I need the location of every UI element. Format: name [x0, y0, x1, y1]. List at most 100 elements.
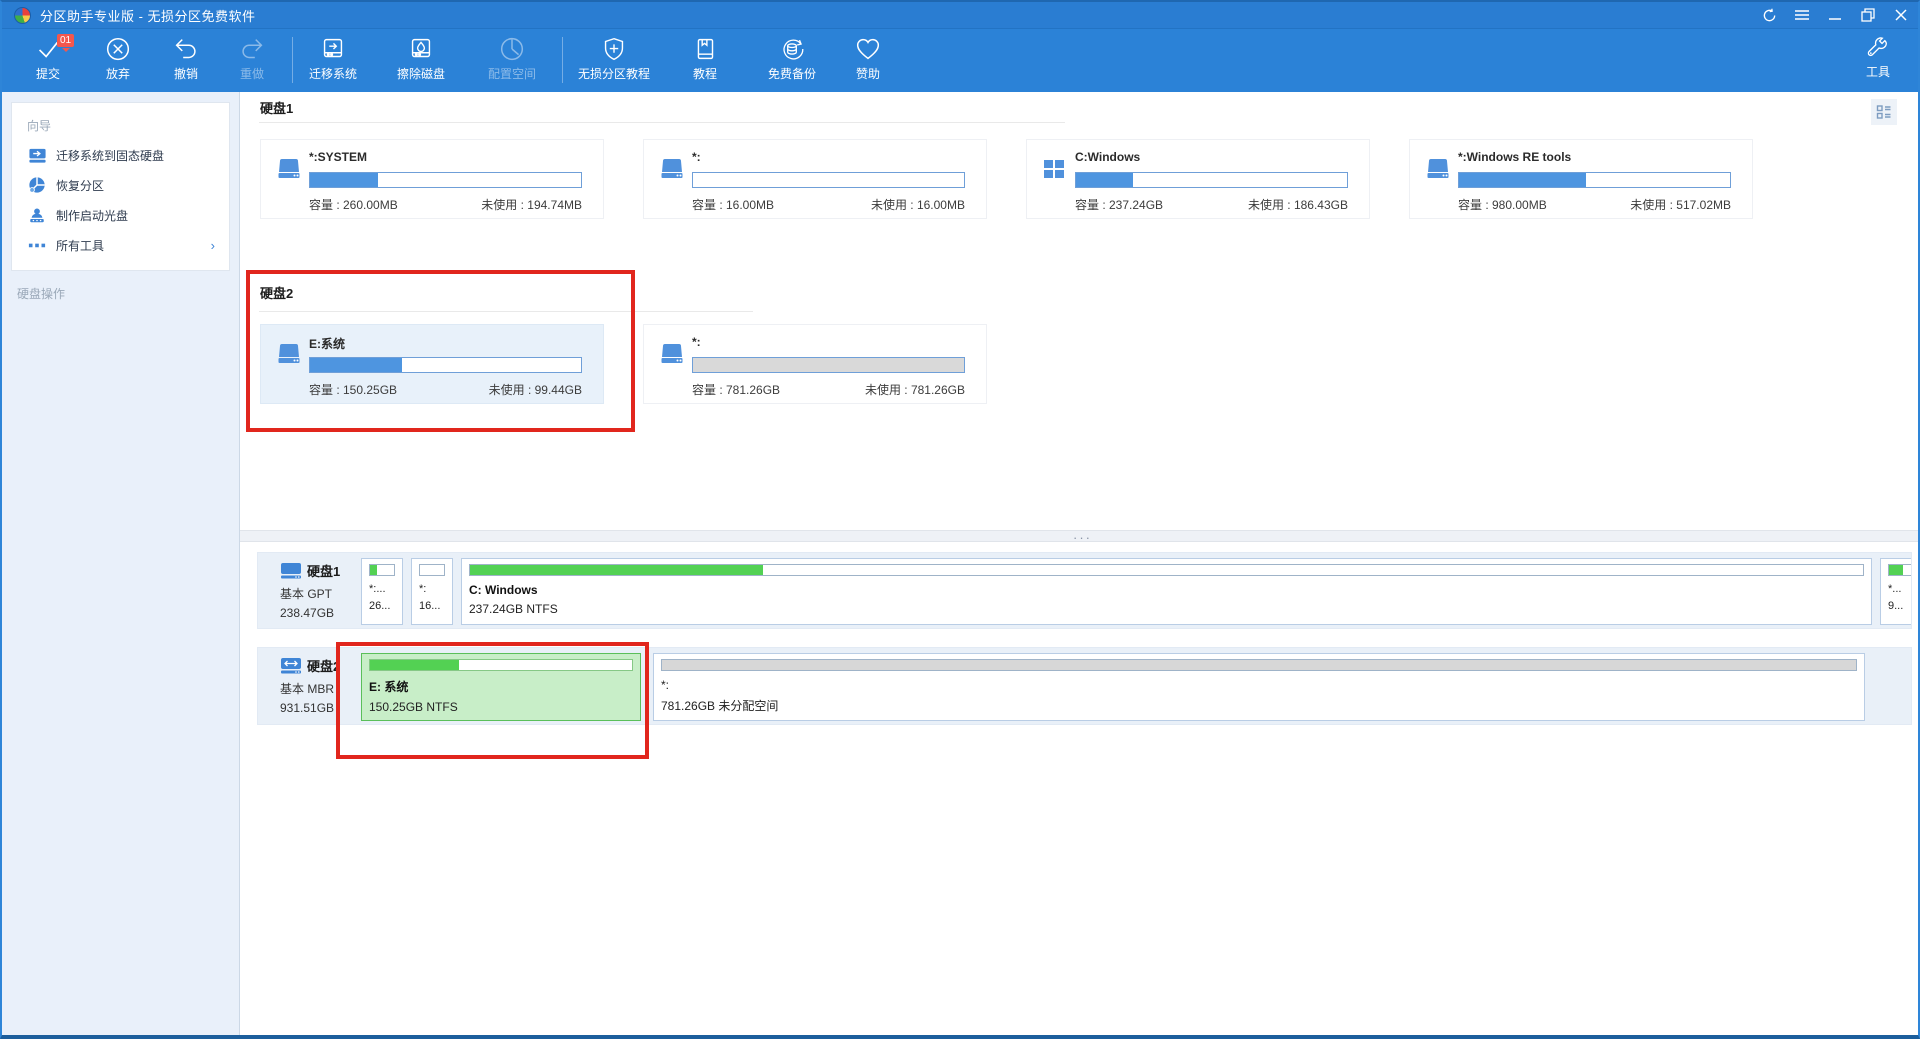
- pending-ops-badge: 01: [57, 34, 74, 47]
- sidebar: 向导 迁移系统到固态硬盘 恢复分区 制作启动光盘: [2, 92, 240, 1035]
- allocate-space-icon: [497, 34, 527, 64]
- minimize-icon[interactable]: [1824, 5, 1846, 25]
- disk-map-row-disk2: 硬盘2 基本 MBR 931.51GB E: 系统 150.25GB NTFS …: [257, 647, 1912, 725]
- app-logo-icon: [14, 7, 31, 24]
- wizard-panel: 向导 迁移系统到固态硬盘 恢复分区 制作启动光盘: [11, 102, 230, 271]
- migrate-ssd-icon: [27, 145, 47, 165]
- map-block-re-tools[interactable]: *... 9...: [1880, 558, 1912, 625]
- capacity-text: 容量 : 980.00MB: [1458, 196, 1547, 213]
- usage-bar: [692, 172, 965, 188]
- chevron-right-icon: ›: [211, 238, 215, 253]
- discard-icon: [103, 34, 133, 64]
- capacity-text: 容量 : 237.24GB: [1075, 196, 1163, 213]
- map-block-system[interactable]: *:... 26...: [361, 558, 403, 625]
- usage-bar: [1458, 172, 1731, 188]
- view-toggle-button[interactable]: [1871, 99, 1897, 125]
- list-view-icon: [1876, 104, 1892, 120]
- close-icon[interactable]: [1890, 5, 1912, 25]
- usage-bar: [309, 357, 582, 373]
- partition-card-reserved[interactable]: *: 容量 : 16.00MB未使用 : 16.00MB: [643, 139, 987, 219]
- usage-bar: [1075, 172, 1348, 188]
- windows-icon: [1042, 157, 1068, 181]
- map-block-reserved[interactable]: *: 16...: [411, 558, 453, 625]
- recover-partition-icon: [27, 175, 47, 195]
- sidebar-item-bootable-media[interactable]: 制作启动光盘: [12, 200, 229, 230]
- refresh-icon[interactable]: [1758, 5, 1780, 25]
- usage-bar: [692, 357, 965, 373]
- unused-text: 未使用 : 99.44GB: [489, 381, 582, 398]
- map-block-c-windows[interactable]: C: Windows 237.24GB NTFS: [461, 558, 1872, 625]
- partition-card-system[interactable]: *:SYSTEM 容量 : 260.00MB未使用 : 194.74MB: [260, 139, 604, 219]
- disk-size: 931.51GB: [280, 701, 340, 715]
- sidebar-item-migrate-ssd[interactable]: 迁移系统到固态硬盘: [12, 140, 229, 170]
- disk1-section-title: 硬盘1: [260, 98, 293, 117]
- partition-card-e-system[interactable]: E:系统 容量 : 150.25GB未使用 : 99.44GB: [260, 324, 604, 404]
- disk1-cards-row: *:SYSTEM 容量 : 260.00MB未使用 : 194.74MB *: …: [260, 139, 1753, 219]
- maximize-icon[interactable]: [1857, 5, 1879, 25]
- allocate-space-button[interactable]: 配置空间: [467, 32, 557, 90]
- capacity-text: 容量 : 781.26GB: [692, 381, 780, 398]
- disk-selected-icon: [280, 657, 302, 674]
- capacity-text: 容量 : 16.00MB: [692, 196, 774, 213]
- unused-text: 未使用 : 781.26GB: [865, 381, 965, 398]
- map-block-e-system[interactable]: E: 系统 150.25GB NTFS: [361, 653, 641, 721]
- disk-size: 238.47GB: [280, 606, 340, 620]
- capacity-text: 容量 : 150.25GB: [309, 381, 397, 398]
- drive-icon: [659, 342, 685, 366]
- disk-kind: 基本 MBR: [280, 680, 340, 697]
- partition-card-unallocated[interactable]: *: 容量 : 781.26GB未使用 : 781.26GB: [643, 324, 987, 404]
- shield-plus-icon: [599, 34, 629, 64]
- menu-icon[interactable]: [1791, 5, 1813, 25]
- section-divider: [259, 122, 1065, 123]
- sidebar-item-recover-partition[interactable]: 恢复分区: [12, 170, 229, 200]
- disk-icon: [280, 562, 302, 579]
- map-block-unallocated[interactable]: *: 781.26GB 未分配空间: [653, 653, 1865, 721]
- splitter-dots: ···: [1073, 530, 1092, 545]
- undo-icon: [171, 34, 201, 64]
- backup-icon: [777, 34, 807, 64]
- tools-button[interactable]: 工具: [1848, 32, 1908, 90]
- sidebar-item-label: 制作启动光盘: [56, 207, 128, 224]
- app-window: 分区助手专业版 - 无损分区免费软件 提交 01: [0, 0, 1920, 1039]
- disk-operations-header: 硬盘操作: [2, 271, 239, 302]
- sidebar-item-label: 迁移系统到固态硬盘: [56, 147, 164, 164]
- sidebar-item-label: 所有工具: [56, 237, 104, 254]
- book-icon: [690, 34, 720, 64]
- wrench-icon: [1864, 34, 1892, 62]
- toolbar: 提交 01 放弃 撤销 重做 迁移系统 擦除磁盘 配置空间: [2, 28, 1918, 92]
- wipe-disk-button[interactable]: 擦除磁盘: [376, 32, 466, 90]
- partition-card-c-windows[interactable]: C:Windows 容量 : 237.24GB未使用 : 186.43GB: [1026, 139, 1370, 219]
- toolbar-separator: [562, 37, 563, 83]
- disk2-cards-row: E:系统 容量 : 150.25GB未使用 : 99.44GB *: 容量 : …: [260, 324, 987, 404]
- disk1-map-label: 硬盘1 基本 GPT 238.47GB: [280, 561, 340, 620]
- disk2-map-label: 硬盘2 基本 MBR 931.51GB: [280, 656, 340, 715]
- wipe-disk-icon: [406, 34, 436, 64]
- section-divider: [259, 311, 753, 312]
- redo-icon: [237, 34, 267, 64]
- migrate-os-button[interactable]: 迁移系统: [288, 32, 378, 90]
- sidebar-item-all-tools[interactable]: 所有工具 ›: [12, 230, 229, 260]
- splitter-handle[interactable]: ···: [240, 530, 1918, 542]
- capacity-text: 容量 : 260.00MB: [309, 196, 398, 213]
- sidebar-item-label: 恢复分区: [56, 177, 104, 194]
- drive-icon: [276, 342, 302, 366]
- unused-text: 未使用 : 194.74MB: [481, 196, 582, 213]
- usage-bar: [309, 172, 582, 188]
- disk-map-row-disk1: 硬盘1 基本 GPT 238.47GB *:... 26... *: 16...…: [257, 552, 1912, 629]
- sponsor-button[interactable]: 赞助: [823, 32, 913, 90]
- tutorial-button[interactable]: 教程: [660, 32, 750, 90]
- main-area: 硬盘1 *:SYSTEM 容量 : 260.00MB未使用 : 194.74MB…: [240, 92, 1918, 1035]
- lossless-tutorial-button[interactable]: 无损分区教程: [564, 32, 664, 90]
- unused-text: 未使用 : 517.02MB: [1630, 196, 1731, 213]
- unused-text: 未使用 : 16.00MB: [871, 196, 965, 213]
- window-title: 分区助手专业版 - 无损分区免费软件: [40, 6, 256, 25]
- all-tools-icon: [27, 235, 47, 255]
- drive-icon: [659, 157, 685, 181]
- redo-button[interactable]: 重做: [207, 32, 297, 90]
- drive-icon: [276, 157, 302, 181]
- disk2-section-title: 硬盘2: [260, 283, 293, 302]
- heart-icon: [853, 34, 883, 64]
- partition-card-re-tools[interactable]: *:Windows RE tools 容量 : 980.00MB未使用 : 51…: [1409, 139, 1753, 219]
- wizard-header: 向导: [12, 109, 229, 140]
- bootable-media-icon: [27, 205, 47, 225]
